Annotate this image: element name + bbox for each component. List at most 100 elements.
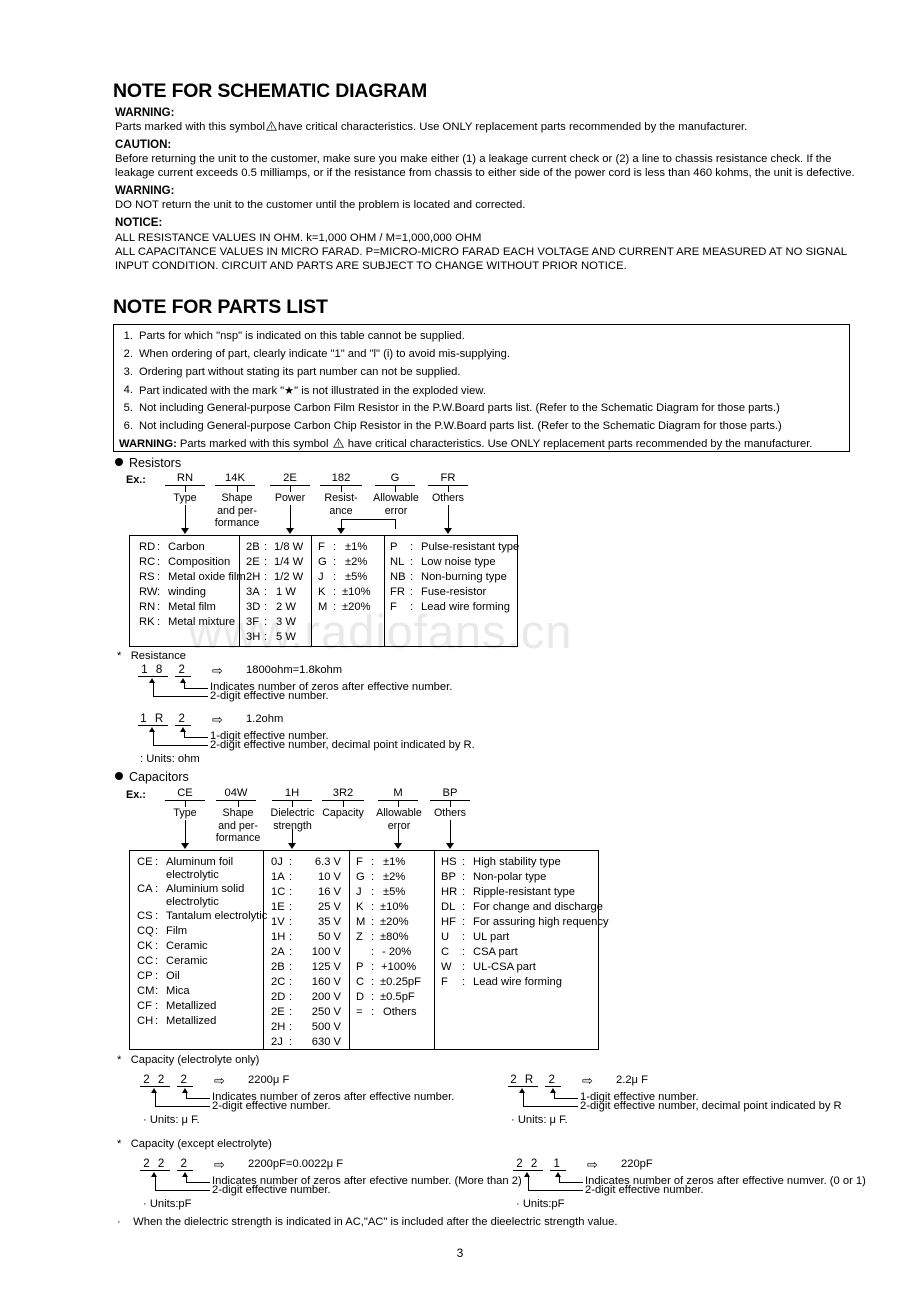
capacitor-type-code: CP (137, 970, 153, 982)
capacitor-voltage-value: 200 V (311, 991, 341, 1003)
connector-line (154, 1092, 156, 1106)
resistor-power-code: 3D (246, 601, 261, 613)
capacitor-type-value: Film (166, 925, 188, 937)
capacitor-error-code: K (356, 901, 364, 913)
resistor-field-label-shape: Shape and per-formance (214, 492, 260, 530)
capacitor-type-code: CH (137, 1015, 154, 1027)
capacitors-section-title: Capacitors (115, 770, 189, 784)
capacitor-type-code: CQ (137, 925, 154, 937)
connector-line (398, 829, 399, 844)
resistor-code-shape: 14K (215, 472, 255, 486)
connector-line (343, 801, 344, 807)
colon: : (462, 871, 466, 883)
capacitor-others-code: HS (441, 856, 457, 868)
capacitor-voltage-code: 2J (271, 1036, 283, 1048)
connector-line (398, 801, 399, 807)
connector-line (185, 505, 186, 529)
connector-line (152, 682, 154, 696)
capacitor-others-value: CSA part (473, 946, 518, 958)
capacitor-voltage-code: 2C (271, 976, 286, 988)
colon: : (157, 601, 161, 613)
colon: : (264, 556, 268, 568)
caution-text-line-2: leakage current exceeds 0.5 milliamps, o… (115, 167, 855, 179)
resistor-power-value: 1/4 W (274, 556, 304, 568)
capacitor-error-code: = (356, 1006, 363, 1018)
capacity-electrolyte-title: * Capacity (electrolyte only) (117, 1054, 260, 1066)
connector-line (553, 1098, 578, 1099)
capacitor-others-value: UL-CSA part (473, 961, 536, 973)
capacitor-type-value-2: electrolytic (166, 869, 219, 881)
capacitor-error-value: ±5% (383, 886, 406, 898)
capacity-ex-ex1-result: 2200pF=0.0022μ F (248, 1158, 344, 1170)
connector-line (395, 519, 396, 529)
colon: : (289, 916, 293, 928)
resistors-title-text: Resistors (129, 456, 182, 470)
capacitor-others-value: UL part (473, 931, 510, 943)
schematic-note-title: NOTE FOR SCHEMATIC DIAGRAM (113, 80, 428, 102)
resistor-power-code: 3H (246, 631, 261, 643)
connector-line (448, 486, 449, 492)
resistance-notation-title-text: Resistance (130, 650, 187, 662)
resistance-ex1-digits-right: 2 (175, 664, 191, 677)
capacitor-field-label-type: Type (173, 807, 197, 819)
capacitor-others-value: Ripple-resistant type (473, 886, 575, 898)
capacitor-code-dielectric: 1H (272, 787, 312, 801)
capacitor-type-value: Ceramic (166, 955, 208, 967)
colon: : (264, 601, 268, 613)
capacity-el-ex1-units: · Units: μ F. (143, 1114, 200, 1126)
capacity-el-ex2-note-bottom: 2-digit effective number, decimal point … (580, 1100, 842, 1112)
capacitor-voltage-code: 1C (271, 886, 286, 898)
colon: : (157, 571, 161, 583)
resistor-error-value: ±20% (342, 601, 371, 613)
connector-line (237, 486, 238, 492)
capacitor-field-label-capacity: Capacity (322, 807, 364, 819)
resistor-others-value: Fuse-resistor (421, 586, 487, 598)
connector-line (152, 731, 154, 745)
connector-line (527, 1176, 529, 1190)
connector-line (522, 1092, 524, 1106)
capacitor-voltage-value: 16 V (317, 886, 341, 898)
capacitor-error-code: P (356, 961, 364, 973)
notice-label: NOTICE: (115, 217, 163, 229)
resistor-error-value: ±5% (345, 571, 368, 583)
colon: : (462, 886, 466, 898)
resistor-field-label-resistance: Resist-ance (324, 492, 358, 517)
resistor-spec-divider (311, 535, 312, 647)
connector-line (183, 688, 208, 689)
capacitor-error-code: J (356, 886, 362, 898)
parts-list-warning-label: WARNING: (119, 438, 177, 450)
arrow-right-icon: ⇨ (212, 663, 223, 678)
parts-list-item-num: 1. (123, 330, 133, 342)
resistor-type-value: Composition (168, 556, 231, 568)
capacitor-type-code: CC (137, 955, 154, 967)
service-manual-page: www.radiofans.cn NOTE FOR SCHEMATIC DIAG… (0, 0, 920, 1302)
colon: : (371, 946, 375, 958)
connector-line (154, 1106, 210, 1107)
capacity-el-ex1-digits-left: 2 2 (140, 1074, 170, 1087)
connector-line (238, 801, 239, 807)
parts-list-item-num: 6. (123, 420, 133, 432)
parts-list-item: Ordering part without stating its part n… (139, 366, 461, 378)
resistor-field-label-error: Allowable error (373, 492, 419, 517)
parts-list-item: When ordering of part, clearly indicate … (139, 348, 510, 360)
connector-line (185, 1182, 210, 1183)
resistor-power-code: 3A (246, 586, 260, 598)
capacitor-error-code: F (356, 856, 363, 868)
resistance-ex1-note-bottom: 2-digit effective number. (210, 690, 329, 702)
capacitor-type-value: Metallized (166, 1000, 217, 1012)
colon: : (155, 1015, 159, 1027)
colon: : (371, 916, 375, 928)
capacitor-error-value: ±20% (380, 916, 409, 928)
resistor-power-code: 2B (246, 541, 260, 553)
parts-list-item: Parts for which "nsp" is indicated on th… (139, 330, 465, 342)
resistor-code-type: RN (165, 472, 205, 486)
arrow-right-icon: ⇨ (214, 1073, 225, 1088)
capacitor-error-value: ±10% (380, 901, 409, 913)
capacitor-code-others: BP (430, 787, 470, 801)
capacity-electrolyte-title-text: Capacity (electrolyte only) (130, 1054, 260, 1066)
connector-line (522, 1106, 578, 1107)
connector-line (185, 486, 186, 492)
capacitor-others-code: BP (441, 871, 456, 883)
parts-list-warning-suffix: have critical characteristics. Use ONLY … (347, 438, 813, 450)
capacitor-voltage-code: 2H (271, 1021, 286, 1033)
